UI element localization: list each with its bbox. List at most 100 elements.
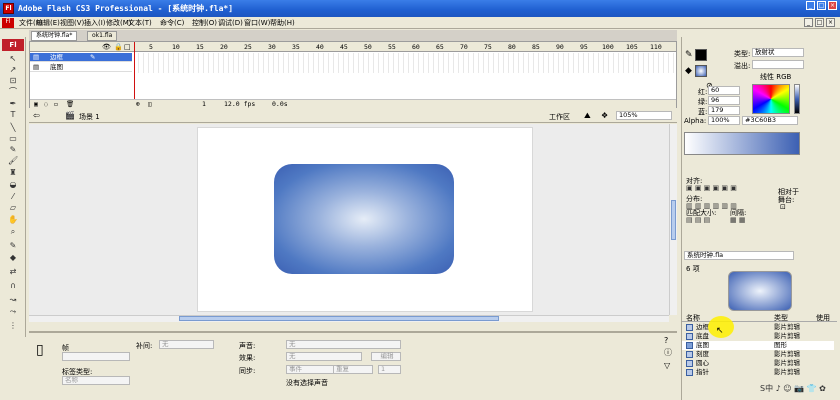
close-button[interactable]: × [828, 1, 837, 10]
list-item[interactable]: 刻度 影片剪辑 [682, 350, 834, 359]
library-col-name[interactable]: 名称 [686, 313, 700, 323]
doc-minimize-button[interactable]: _ [804, 18, 813, 27]
ime-toolbar[interactable]: S中 ♪ ☺ 📷 👕 ✿ [760, 383, 840, 395]
effect-select[interactable]: 无 [286, 352, 362, 361]
red-input[interactable]: 60 [708, 86, 740, 95]
list-item[interactable]: 底图 图形 [682, 341, 834, 350]
edit-scene-icon[interactable]: ⛰ [584, 111, 591, 121]
vertical-scrollbar[interactable] [669, 124, 677, 315]
snap-magnet-icon[interactable]: ∩ [8, 281, 18, 291]
list-item[interactable]: 圆心 影片剪辑 [682, 359, 834, 368]
paint-bucket-icon[interactable]: ◒ [8, 180, 18, 190]
workspace-menu[interactable]: 工作区 [549, 112, 570, 122]
green-input[interactable]: 96 [708, 96, 740, 105]
sound-select[interactable]: 无 [286, 340, 401, 349]
fill-type-select[interactable]: 放射状 [752, 48, 804, 57]
tab-system-clock[interactable]: 系统时钟.fla* [31, 31, 78, 41]
zoom-tool-icon[interactable]: ⌕ [8, 227, 18, 237]
blue-input[interactable]: 179 [708, 106, 740, 115]
free-transform-icon[interactable]: ⊡ [8, 76, 18, 86]
lasso-tool-icon[interactable]: ⌒ [8, 87, 18, 97]
rounded-gradient-shape[interactable] [274, 164, 454, 274]
tab-ok1[interactable]: ok1.fla [87, 31, 118, 41]
eyedropper-icon[interactable]: ⁄ [8, 192, 18, 202]
menu-commands[interactable]: 命令(C) [160, 18, 184, 28]
layer-name[interactable]: 底图 [50, 63, 63, 71]
repeat-select[interactable]: 重复 [333, 365, 373, 374]
add-folder-icon[interactable]: ▭ [54, 100, 58, 108]
scene-name[interactable]: 场景 1 [79, 112, 100, 122]
to-stage-button[interactable]: ⊡ [780, 203, 786, 211]
rectangle-tool-icon[interactable]: ▭ [8, 134, 18, 144]
fill-bucket-icon[interactable]: ◆ [685, 66, 692, 76]
text-tool-icon[interactable]: T [8, 110, 18, 120]
hex-input[interactable]: #3C60B3 [742, 116, 798, 125]
selection-tool-icon[interactable]: ↖ [8, 54, 18, 64]
menu-text[interactable]: 文本(T) [128, 18, 152, 28]
label-type-select[interactable]: 名称 [62, 376, 130, 385]
repeat-count[interactable]: 1 [378, 365, 401, 374]
center-frame-icon[interactable]: ⊕ [136, 100, 140, 108]
gradient-preview[interactable] [684, 132, 800, 155]
library-col-type[interactable]: 类型 [774, 313, 788, 323]
stroke-color-icon[interactable]: ✎ [8, 241, 18, 251]
smooth-icon[interactable]: ↝ [8, 295, 18, 305]
spacing-buttons[interactable]: ▦ ▦ [730, 216, 745, 224]
add-guide-icon[interactable]: ◌ [44, 100, 48, 108]
pencil-tool-icon[interactable]: ✎ [8, 145, 18, 155]
stroke-pencil-icon[interactable]: ✎ [685, 50, 693, 60]
help-icon[interactable]: ? [664, 336, 668, 345]
match-size-buttons[interactable]: ▤ ▤ ▤ [686, 216, 710, 224]
color-spectrum[interactable] [752, 84, 790, 114]
doc-close-button[interactable]: × [826, 18, 835, 27]
brush-tool-icon[interactable]: 🖌 [8, 156, 18, 166]
outline-icon[interactable]: □ [124, 43, 131, 51]
straighten-icon[interactable]: ⤳ [8, 307, 18, 317]
hand-tool-icon[interactable]: ✋ [8, 215, 18, 225]
onion-skin-icon[interactable]: ◫ [148, 100, 152, 108]
list-item[interactable]: 底盘 影片剪辑 [682, 332, 834, 341]
library-file-select[interactable]: 系统时钟.fla [684, 251, 794, 260]
lock-icon[interactable]: 🔒 [114, 43, 123, 51]
linear-rgb-checkbox[interactable]: 线性 RGB [760, 72, 791, 82]
menu-help[interactable]: 帮助(H) [270, 18, 295, 28]
frame-grid[interactable] [134, 53, 676, 73]
delete-layer-icon[interactable]: 🗑 [66, 100, 74, 108]
library-col-use[interactable]: 使用 [816, 313, 830, 323]
alpha-input[interactable]: 100% [708, 116, 740, 125]
menu-insert[interactable]: 插入(I) [84, 18, 106, 28]
subselection-tool-icon[interactable]: ↗ [8, 65, 18, 75]
stroke-color-swatch[interactable] [695, 49, 707, 61]
swap-colors-icon[interactable]: ⇄ [8, 267, 18, 277]
fill-color-icon[interactable]: ◆ [8, 253, 18, 263]
edit-sound-button[interactable]: 编辑 [371, 352, 401, 361]
pen-tool-icon[interactable]: ✒ [8, 99, 18, 109]
maximize-button[interactable]: □ [817, 1, 826, 10]
layer-row-base[interactable]: ▤ 底图 [30, 63, 132, 72]
eraser-tool-icon[interactable]: ▱ [8, 203, 18, 213]
list-item[interactable]: 边框 影片剪辑 [682, 323, 834, 332]
horizontal-scrollbar[interactable] [29, 315, 669, 322]
frame-name-input[interactable] [62, 352, 130, 361]
eye-icon[interactable]: 👁 [102, 43, 111, 51]
line-tool-icon[interactable]: ╲ [8, 123, 18, 133]
minimize-button[interactable]: _ [806, 1, 815, 10]
menu-control[interactable]: 控制(O) [192, 18, 217, 28]
fill-color-swatch[interactable] [695, 65, 707, 77]
layer-name[interactable]: 边框 [50, 53, 63, 61]
layer-row-border[interactable]: ▤ 边框 ✎ [30, 53, 132, 62]
zoom-select[interactable]: 105% [616, 111, 672, 120]
add-layer-icon[interactable]: ▣ [34, 100, 38, 108]
info-icon[interactable]: ⓘ [664, 347, 672, 358]
overflow-select[interactable] [752, 60, 804, 69]
panel-collapse-icon[interactable]: ⋮ [8, 321, 18, 331]
list-item[interactable]: 指针 影片剪辑 [682, 368, 834, 377]
expand-icon[interactable]: ▽ [664, 361, 670, 370]
doc-restore-button[interactable]: □ [815, 18, 824, 27]
menu-window[interactable]: 窗口(W) [244, 18, 270, 28]
brightness-slider[interactable] [794, 84, 800, 114]
menu-edit[interactable]: 编辑(E) [36, 18, 60, 28]
ink-bottle-icon[interactable]: ♜ [8, 168, 18, 178]
menu-view[interactable]: 视图(V) [60, 18, 84, 28]
menu-debug[interactable]: 调试(D) [218, 18, 243, 28]
